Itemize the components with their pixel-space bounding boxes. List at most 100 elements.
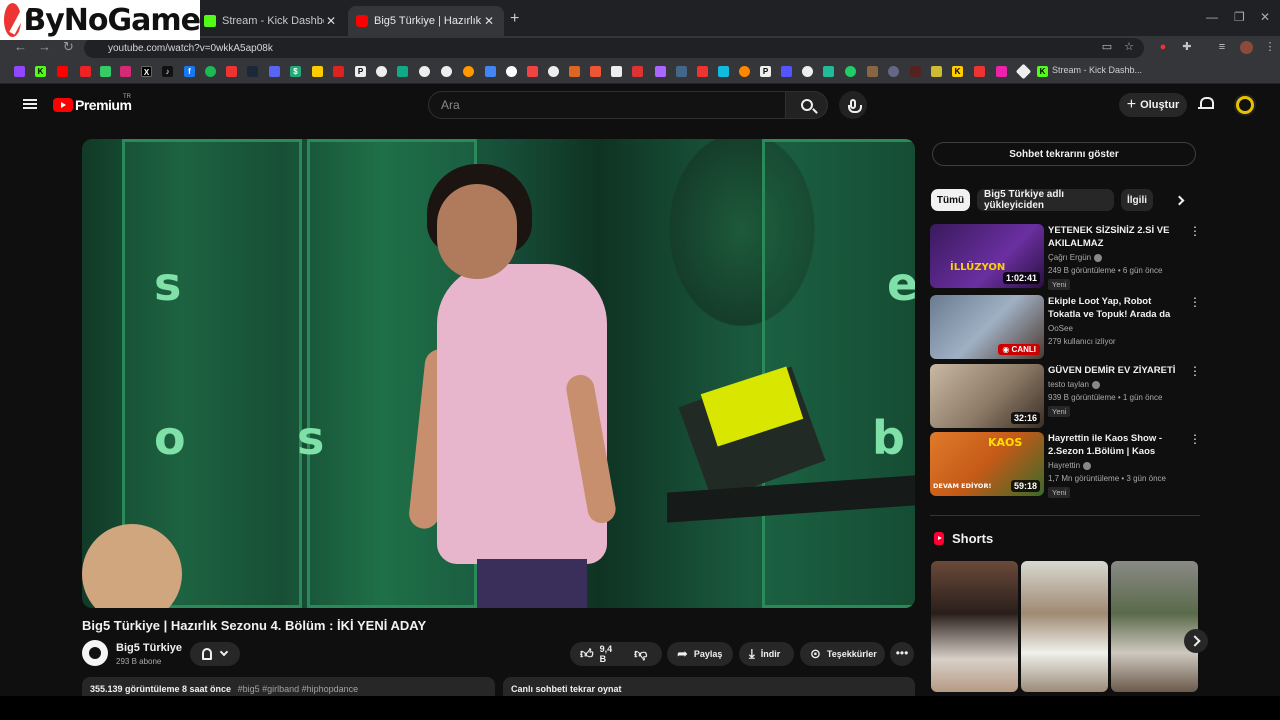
short-video[interactable] [1111,561,1198,692]
bookmark-icon[interactable] [1015,63,1032,80]
voice-search-button[interactable] [839,91,867,119]
discord-bookmark-icon[interactable] [269,66,280,77]
recommended-video[interactable]: KAOS DEVAM EDİYOR! 59:18 Hayrettin ile K… [930,432,1201,498]
bookmark-icon[interactable] [697,66,708,77]
bookmark-icon[interactable] [419,66,430,77]
address-bar[interactable]: youtube.com/watch?v=0wkkA5ap08k [84,38,1144,58]
instagram-bookmark-icon[interactable] [120,66,131,77]
video-player[interactable]: s o s e b [82,139,915,608]
tab-close-icon[interactable]: ✕ [482,14,496,28]
browser-profile-avatar[interactable] [1240,41,1253,54]
bookmark-icon[interactable] [463,66,474,77]
bookmark-icon[interactable] [802,66,813,77]
recommended-video[interactable]: 32:16 GÜVEN DEMİR EV ZİYARETİ testo tayl… [930,364,1201,428]
video-thumbnail[interactable]: 32:16 [930,364,1044,428]
window-close-icon[interactable]: ✕ [1260,10,1270,24]
bookmark-icon[interactable]: P [355,66,366,77]
video-title[interactable]: GÜVEN DEMİR EV ZİYARETİ [1048,364,1186,377]
share-button[interactable]: ➦ Paylaş [667,642,733,666]
channel-name[interactable]: testo taylan [1048,380,1100,389]
recommended-video[interactable]: ◉ CANLI Ekiple Loot Yap, Robot Tokatla v… [930,295,1201,359]
google-drive-bookmark-icon[interactable] [485,66,496,77]
account-avatar[interactable] [1234,94,1256,116]
x-bookmark-icon[interactable]: X [141,66,152,77]
shorts-next-button[interactable] [1184,629,1208,653]
bookmark-icon[interactable] [845,66,856,77]
bookmark-icon[interactable] [632,66,643,77]
video-thumbnail[interactable]: KAOS DEVAM EDİYOR! 59:18 [930,432,1044,496]
cast-icon[interactable]: ▭ [1101,41,1113,53]
hashtags[interactable]: #big5 #girlband #hiphopdance [238,684,359,694]
more-actions-icon[interactable]: ••• [890,642,914,666]
search-box[interactable] [428,91,786,119]
media-control-icon[interactable]: ≡ [1216,41,1228,53]
bookmark-icon[interactable] [611,66,622,77]
bookmark-icon[interactable] [397,66,408,77]
kebab-menu-icon[interactable]: ⋮ [1189,433,1201,445]
bookmark-icon[interactable]: P [760,66,771,77]
back-icon[interactable]: ← [14,39,27,54]
bookmark-icon[interactable] [655,66,666,77]
spotify-bookmark-icon[interactable] [205,66,216,77]
channel-name[interactable]: Big5 Türkiye [116,642,182,654]
bookmark-icon[interactable] [910,66,921,77]
bookmark-icon[interactable] [867,66,878,77]
steam-bookmark-icon[interactable] [247,66,258,77]
chip-from-uploader[interactable]: Big5 Türkiye adlı yükleyiciden [977,189,1114,211]
kebab-menu-icon[interactable]: ⋮ [1189,365,1201,377]
chevron-right-icon[interactable] [1174,195,1185,206]
youtube-bookmark-icon[interactable] [57,66,68,77]
reload-icon[interactable]: ↻ [63,39,74,55]
bookmark-icon[interactable] [441,66,452,77]
bookmark-icon[interactable] [676,66,687,77]
kick-bookmark-icon[interactable]: K [35,66,46,77]
facebook-bookmark-icon[interactable]: f [184,66,195,77]
bookmark-icon[interactable] [590,66,601,77]
video-thumbnail[interactable]: ◉ CANLI [930,295,1044,359]
search-input[interactable] [441,98,785,112]
bookmark-icon[interactable] [888,66,899,77]
thanks-button[interactable]: ⊙ Teşekkürler [800,642,885,666]
gmail-bookmark-icon[interactable] [527,66,538,77]
bookmark-icon[interactable] [548,66,559,77]
kick-bookmark-icon[interactable]: K [1037,66,1048,77]
tab-close-icon[interactable]: ✕ [324,14,338,28]
description-box[interactable]: 355.139 görüntüleme 8 saat önce #big5 #g… [82,677,495,697]
extension-icon[interactable]: ● [1157,41,1169,53]
chip-all[interactable]: Tümü [931,189,970,211]
video-title[interactable]: YETENEK SİZSİNİZ 2.Sİ VE AKILALMAZ SİHİR… [1048,224,1186,250]
channel-name[interactable]: Çağrı Ergün [1048,253,1103,262]
create-button[interactable]: + Oluştur [1119,93,1187,117]
bookmark-icon[interactable] [974,66,985,77]
restore-icon[interactable]: ❐ [1234,10,1245,24]
video-title[interactable]: Ekiple Loot Yap, Robot Tokatla ve Topuk!… [1048,295,1186,321]
extensions-puzzle-icon[interactable]: ✚ [1181,41,1193,53]
like-count[interactable]: 9,4 B [600,644,613,664]
twitch-bookmark-icon[interactable] [14,66,25,77]
bookmark-icon[interactable] [781,66,792,77]
bookmark-label[interactable]: Stream - Kick Dashb... [1052,65,1142,75]
menu-icon[interactable] [23,99,37,109]
short-video[interactable] [1021,561,1108,692]
bookmark-star-icon[interactable]: ☆ [1123,41,1135,53]
new-tab-icon[interactable]: + [510,10,519,28]
video-title[interactable]: Hayrettin ile Kaos Show - 2.Sezon 1.Bölü… [1048,432,1186,458]
download-button[interactable]: ⤓ İndir [739,642,794,666]
bookmark-icon[interactable] [376,66,387,77]
bookmark-icon[interactable] [312,66,323,77]
bookmark-icon[interactable] [996,66,1007,77]
bookmark-icon[interactable] [569,66,580,77]
search-button[interactable] [786,91,828,119]
tab-youtube-video[interactable]: Big5 Türkiye | Hazırlık Sezonu 4... ✕ [348,6,504,36]
video-thumbnail[interactable]: İLLÜZYON 1:02:41 [930,224,1044,288]
subscription-bell-button[interactable] [190,642,240,666]
tiktok-bookmark-icon[interactable]: ♪ [162,66,173,77]
bookmark-icon[interactable] [718,66,729,77]
bookmark-icon[interactable]: K [952,66,963,77]
bookmark-icon[interactable] [226,66,237,77]
channel-name[interactable]: OoSee [1048,324,1073,333]
bookmark-icon[interactable]: $ [290,66,301,77]
google-bookmark-icon[interactable] [506,66,517,77]
bookmark-icon[interactable] [100,66,111,77]
youtube-premium-logo[interactable]: Premium [53,97,132,113]
